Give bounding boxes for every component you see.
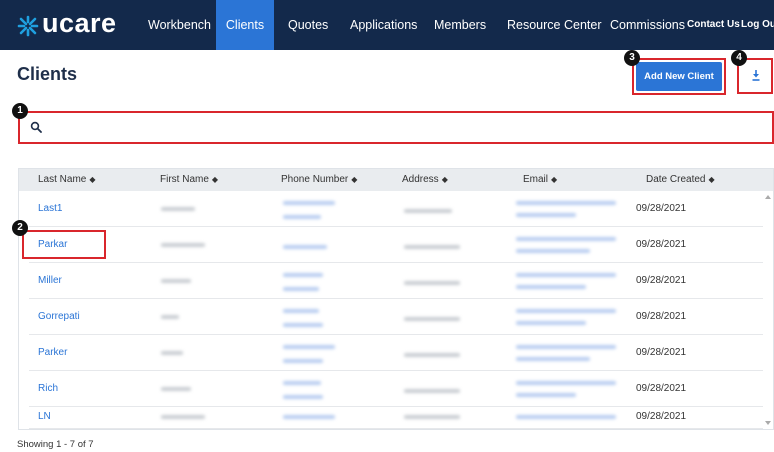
redacted-email (516, 273, 616, 277)
redacted-phone (283, 345, 335, 349)
table-row: Rich 09/28/2021 (19, 371, 773, 407)
table-scrollbar[interactable] (764, 191, 772, 429)
table-header: Last Name ◆ First Name ◆ Phone Number ◆ Add… (19, 169, 773, 191)
table-row: Miller 09/28/2021 (19, 263, 773, 299)
date-created: 09/28/2021 (636, 383, 687, 394)
scroll-down-icon[interactable] (765, 421, 771, 425)
redacted-phone (283, 309, 319, 313)
redacted-first-name (161, 415, 205, 419)
redacted-phone (283, 273, 323, 277)
redacted-email (516, 321, 586, 325)
redacted-first-name (161, 315, 179, 319)
table-row: Parker 09/28/2021 (19, 335, 773, 371)
redacted-email (516, 249, 590, 253)
redacted-email (516, 357, 590, 361)
sort-icon: ◆ (708, 175, 715, 184)
table-row: Last1 09/28/2021 (19, 191, 773, 227)
redacted-address (404, 281, 460, 285)
date-created: 09/28/2021 (636, 275, 687, 286)
column-header-last-name[interactable]: Last Name ◆ (38, 169, 96, 191)
redacted-first-name (161, 207, 195, 211)
nav-contact-us[interactable]: Contact Us (687, 0, 740, 50)
redacted-email (516, 237, 616, 241)
search-input[interactable] (18, 111, 774, 144)
redacted-phone (283, 245, 327, 249)
redacted-first-name (161, 351, 183, 355)
redacted-phone (283, 323, 323, 327)
page-title: Clients (17, 64, 78, 84)
column-header-address[interactable]: Address ◆ (402, 169, 448, 191)
redacted-phone (283, 359, 323, 363)
table-row: Gorrepati 09/28/2021 (19, 299, 773, 335)
top-nav: ucare Workbench Clients Quotes Applicati… (0, 0, 774, 50)
date-created: 09/28/2021 (636, 203, 687, 214)
callout-box-client-name (22, 230, 106, 259)
search-icon (30, 121, 42, 133)
scroll-up-icon[interactable] (765, 195, 771, 199)
redacted-phone (283, 287, 319, 291)
sort-icon: ◆ (89, 175, 96, 184)
redacted-phone (283, 381, 321, 385)
logo-snowflake-icon (17, 15, 39, 37)
column-header-email[interactable]: Email ◆ (523, 169, 557, 191)
date-created: 09/28/2021 (636, 311, 687, 322)
callout-badge-2: 2 (12, 220, 28, 236)
date-created: 09/28/2021 (636, 347, 687, 358)
last-name-link[interactable]: Gorrepati (38, 311, 80, 322)
nav-applications[interactable]: Applications (350, 0, 417, 50)
redacted-first-name (161, 387, 191, 391)
redacted-email (516, 309, 616, 313)
redacted-address (404, 209, 452, 213)
redacted-email (516, 393, 576, 397)
date-created: 09/28/2021 (636, 239, 687, 250)
table-row: Parkar 09/28/2021 (19, 227, 773, 263)
redacted-address (404, 415, 460, 419)
logo-text: ucare (42, 8, 117, 38)
redacted-phone (283, 215, 321, 219)
column-header-phone-number[interactable]: Phone Number ◆ (281, 169, 357, 191)
last-name-link[interactable]: Parker (38, 347, 67, 358)
nav-members[interactable]: Members (434, 0, 486, 50)
redacted-email (516, 285, 586, 289)
clients-table: Last Name ◆ First Name ◆ Phone Number ◆ Add… (18, 168, 774, 430)
redacted-address (404, 353, 460, 357)
nav-workbench[interactable]: Workbench (148, 0, 211, 50)
redacted-phone (283, 415, 335, 419)
column-header-date-created[interactable]: Date Created ◆ (646, 169, 715, 191)
table-row: LN 09/28/2021 (19, 407, 773, 429)
callout-badge-4: 4 (731, 50, 747, 66)
sort-icon: ◆ (441, 175, 448, 184)
last-name-link[interactable]: LN (38, 411, 51, 422)
last-name-link[interactable]: Last1 (38, 203, 62, 214)
redacted-email (516, 381, 616, 385)
sort-icon: ◆ (551, 175, 558, 184)
redacted-email (516, 201, 616, 205)
redacted-email (516, 213, 576, 217)
nav-resource-center[interactable]: Resource Center (507, 0, 602, 50)
last-name-link[interactable]: Miller (38, 275, 62, 286)
redacted-phone (283, 201, 335, 205)
download-icon[interactable] (751, 69, 761, 81)
redacted-first-name (161, 243, 205, 247)
nav-clients[interactable]: Clients (216, 0, 274, 50)
sort-icon: ◆ (351, 175, 358, 184)
redacted-email (516, 345, 616, 349)
last-name-link[interactable]: Rich (38, 383, 58, 394)
redacted-address (404, 389, 460, 393)
date-created: 09/28/2021 (636, 411, 687, 422)
nav-log-out[interactable]: Log Out (741, 0, 774, 50)
add-new-client-button[interactable]: Add New Client (636, 62, 722, 91)
redacted-phone (283, 395, 323, 399)
redacted-address (404, 245, 460, 249)
redacted-address (404, 317, 460, 321)
callout-badge-1: 1 (12, 103, 28, 119)
sort-icon: ◆ (211, 175, 219, 184)
redacted-first-name (161, 279, 191, 283)
redacted-email (516, 415, 616, 419)
nav-quotes[interactable]: Quotes (288, 0, 328, 50)
column-header-first-name[interactable]: First Name ◆ (160, 169, 218, 191)
callout-badge-3: 3 (624, 50, 640, 66)
nav-commissions[interactable]: Commissions (610, 0, 685, 50)
pagination-summary: Showing 1 - 7 of 7 (17, 439, 94, 450)
